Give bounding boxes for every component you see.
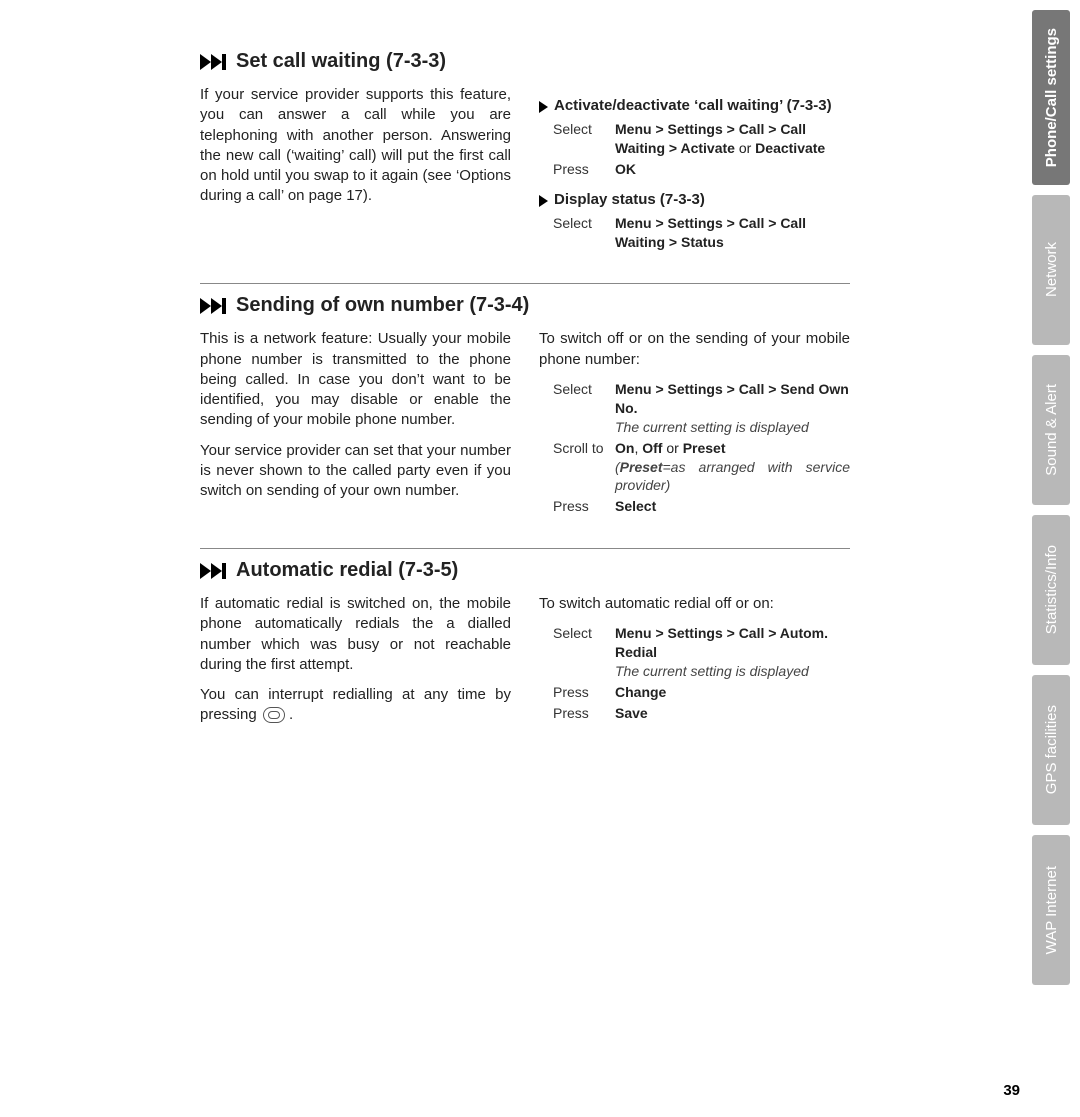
- own-number-p1: This is a network feature: Usually your …: [200, 329, 511, 430]
- step-verb: Select: [553, 214, 605, 252]
- call-waiting-right: Activate/deactivate ‘call waiting’ (7-3-…: [539, 85, 850, 253]
- step-row: Press Select: [553, 497, 850, 516]
- tab-statistics-info[interactable]: Statistics/Info: [1032, 515, 1070, 665]
- own-number-steps: Select Menu > Settings > Call > Send Own…: [539, 380, 850, 516]
- tab-label: Statistics/Info: [1043, 525, 1060, 654]
- play-bar-icon: [200, 563, 226, 579]
- play-bar-icon: [200, 298, 226, 314]
- activate-steps: Select Menu > Settings > Call > Call Wai…: [539, 120, 850, 179]
- step-cmd: Menu > Settings > Call > Call Waiting > …: [615, 214, 850, 252]
- play-bar-icon: [200, 54, 226, 70]
- tab-label: Sound & Alert: [1043, 364, 1060, 496]
- sub-display-status: Display status (7-3-3): [539, 191, 850, 208]
- tab-label: Phone/Call settings: [1043, 8, 1060, 187]
- right-triangle-icon: [539, 101, 548, 113]
- step-row: Select Menu > Settings > Call > Send Own…: [553, 380, 850, 437]
- tab-phone-call-settings[interactable]: Phone/Call settings: [1032, 10, 1070, 185]
- heading-text: Set call waiting (7-3-3): [236, 50, 446, 73]
- step-cmd: Menu > Settings > Call > Autom. Redial T…: [615, 624, 850, 681]
- step-cmd: Menu > Settings > Call > Send Own No. Th…: [615, 380, 850, 437]
- hangup-key-icon: [263, 707, 285, 723]
- heading-text: Sending of own number (7-3-4): [236, 294, 529, 317]
- step-verb: Scroll to: [553, 439, 605, 496]
- manual-page: Set call waiting (7-3-3) If your service…: [0, 0, 1080, 1117]
- page-number: 39: [1003, 1082, 1020, 1099]
- autoredial-columns: If automatic redial is switched on, the …: [200, 594, 850, 736]
- step-verb: Press: [553, 683, 605, 702]
- step-verb: Select: [553, 380, 605, 437]
- step-row: Press Change: [553, 683, 850, 702]
- step-verb: Press: [553, 497, 605, 516]
- autoredial-p2: You can interrupt redialling at any time…: [200, 685, 511, 726]
- call-waiting-intro: If your service provider supports this f…: [200, 85, 511, 207]
- heading-call-waiting: Set call waiting (7-3-3): [200, 50, 850, 73]
- status-steps: Select Menu > Settings > Call > Call Wai…: [539, 214, 850, 252]
- section-call-waiting: Set call waiting (7-3-3) If your service…: [200, 40, 850, 253]
- step-verb: Select: [553, 120, 605, 158]
- own-number-right: To switch off or on the sending of your …: [539, 329, 850, 518]
- main-content: Set call waiting (7-3-3) If your service…: [200, 40, 850, 766]
- autoredial-steps: Select Menu > Settings > Call > Autom. R…: [539, 624, 850, 722]
- step-row: Press OK: [553, 160, 850, 179]
- step-row: Press Save: [553, 704, 850, 723]
- step-verb: Press: [553, 160, 605, 179]
- heading-text: Automatic redial (7-3-5): [236, 559, 458, 582]
- call-waiting-columns: If your service provider supports this f…: [200, 85, 850, 253]
- sub-title: Display status (7-3-3): [554, 191, 705, 208]
- autoredial-left: If automatic redial is switched on, the …: [200, 594, 511, 736]
- step-cmd: Change: [615, 683, 666, 702]
- tab-network[interactable]: Network: [1032, 195, 1070, 345]
- heading-autoredial: Automatic redial (7-3-5): [200, 559, 850, 582]
- section-autoredial: Automatic redial (7-3-5) If automatic re…: [200, 548, 850, 736]
- autoredial-p1: If automatic redial is switched on, the …: [200, 594, 511, 675]
- step-row: Select Menu > Settings > Call > Call Wai…: [553, 214, 850, 252]
- tab-label: GPS facilities: [1043, 685, 1060, 814]
- step-cmd: On, Off or Preset (Preset=as arranged wi…: [615, 439, 850, 496]
- tab-sound-alert[interactable]: Sound & Alert: [1032, 355, 1070, 505]
- tab-gps-facilities[interactable]: GPS facilities: [1032, 675, 1070, 825]
- own-number-p2: Your service provider can set that your …: [200, 441, 511, 502]
- own-number-right-intro: To switch off or on the sending of your …: [539, 329, 850, 370]
- sub-activate-deactivate: Activate/deactivate ‘call waiting’ (7-3-…: [539, 97, 850, 114]
- step-row: Scroll to On, Off or Preset (Preset=as a…: [553, 439, 850, 496]
- tab-wap-internet[interactable]: WAP Internet: [1032, 835, 1070, 985]
- own-number-columns: This is a network feature: Usually your …: [200, 329, 850, 518]
- step-row: Select Menu > Settings > Call > Call Wai…: [553, 120, 850, 158]
- step-cmd: OK: [615, 160, 636, 179]
- step-verb: Select: [553, 624, 605, 681]
- call-waiting-left: If your service provider supports this f…: [200, 85, 511, 253]
- own-number-left: This is a network feature: Usually your …: [200, 329, 511, 518]
- autoredial-right-intro: To switch automatic redial off or on:: [539, 594, 850, 614]
- tab-label: Network: [1043, 222, 1060, 317]
- tab-label: WAP Internet: [1043, 846, 1060, 974]
- step-cmd: Menu > Settings > Call > Call Waiting > …: [615, 120, 850, 158]
- step-row: Select Menu > Settings > Call > Autom. R…: [553, 624, 850, 681]
- step-cmd: Save: [615, 704, 648, 723]
- side-tabs: Phone/Call settings Network Sound & Aler…: [1032, 10, 1070, 985]
- step-cmd: Select: [615, 497, 656, 516]
- section-own-number: Sending of own number (7-3-4) This is a …: [200, 283, 850, 518]
- sub-title: Activate/deactivate ‘call waiting’ (7-3-…: [554, 97, 832, 114]
- heading-own-number: Sending of own number (7-3-4): [200, 294, 850, 317]
- right-triangle-icon: [539, 195, 548, 207]
- step-verb: Press: [553, 704, 605, 723]
- autoredial-right: To switch automatic redial off or on: Se…: [539, 594, 850, 736]
